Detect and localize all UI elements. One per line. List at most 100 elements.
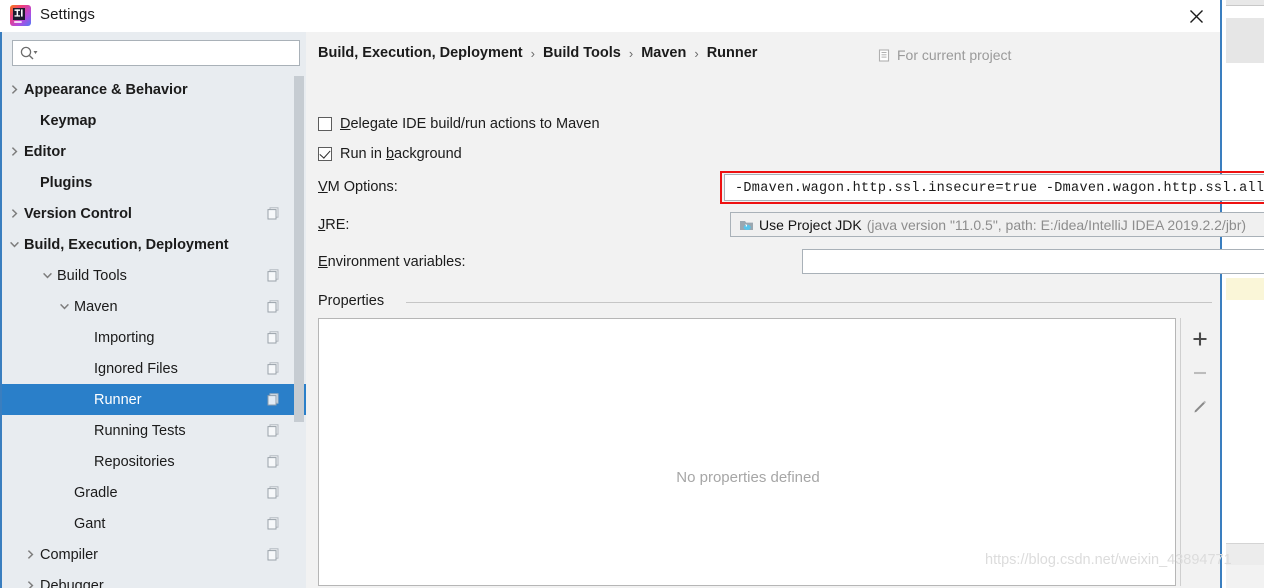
sidebar-item-label: Running Tests: [94, 422, 186, 439]
sidebar-item-label: Editor: [24, 143, 66, 160]
sidebar-item-gant[interactable]: Gant: [2, 508, 306, 539]
run-in-background-row[interactable]: Run in background: [318, 146, 462, 162]
project-scope-icon: [267, 269, 280, 282]
breadcrumb-separator: ›: [628, 45, 634, 61]
scope-label: For current project: [897, 47, 1012, 63]
sidebar-item-keymap[interactable]: Keymap: [2, 105, 306, 136]
project-scope-icon: [267, 548, 280, 561]
search-input[interactable]: [43, 41, 297, 67]
project-scope-icon: [267, 300, 280, 313]
run-in-background-label: Run in background: [340, 146, 462, 162]
edit-property-button[interactable]: [1181, 390, 1218, 424]
chevron-right-icon[interactable]: [22, 578, 38, 588]
pencil-icon: [1194, 400, 1206, 413]
sidebar-item-label: Runner: [94, 391, 142, 408]
sidebar-item-editor[interactable]: Editor: [2, 136, 306, 167]
vm-options-input[interactable]: [733, 175, 1264, 202]
sidebar-scrollbar-thumb[interactable]: [294, 76, 304, 422]
properties-toolbar: [1180, 318, 1218, 586]
add-property-button[interactable]: [1181, 322, 1218, 356]
background-statusbar-strip: [1226, 543, 1264, 566]
project-scope-icon: [267, 424, 280, 437]
sidebar-item-build-execution-deployment[interactable]: Build, Execution, Deployment: [2, 229, 306, 260]
delegate-to-maven-row[interactable]: Delegate IDE build/run actions to Maven: [318, 116, 600, 132]
dialog-title: Settings: [40, 6, 95, 23]
sidebar-item-compiler[interactable]: Compiler: [2, 539, 306, 570]
environment-variables-field[interactable]: [802, 249, 1264, 275]
sidebar-item-build-tools[interactable]: Build Tools: [2, 260, 306, 291]
mnemonic-e: E: [318, 254, 328, 270]
settings-tree[interactable]: Appearance & Behavior Keymap Editor Plugins…: [2, 74, 306, 588]
breadcrumb-separator: ›: [694, 45, 699, 61]
sidebar-item-appearance-behavior[interactable]: Appearance & Behavior: [2, 74, 306, 105]
minus-icon: [1193, 371, 1206, 375]
sidebar-item-label: Version Control: [24, 205, 132, 222]
jre-selected-value: Use Project JDK: [759, 216, 862, 233]
chevron-down-icon[interactable]: [6, 237, 22, 253]
sidebar-item-label: Debugger: [40, 577, 104, 588]
sidebar-item-label: Keymap: [40, 112, 97, 129]
breadcrumb-separator: ›: [530, 45, 535, 61]
vm-options-field[interactable]: [724, 174, 1264, 202]
sidebar-item-plugins[interactable]: Plugins: [2, 167, 306, 198]
sidebar-item-ignored-files[interactable]: Ignored Files: [2, 353, 306, 384]
chevron-right-icon[interactable]: [6, 82, 22, 98]
sidebar-item-version-control[interactable]: Version Control: [2, 198, 306, 229]
sidebar-item-running-tests[interactable]: Running Tests: [2, 415, 306, 446]
sidebar-item-gradle[interactable]: Gradle: [2, 477, 306, 508]
chevron-right-icon[interactable]: [6, 144, 22, 160]
breadcrumb-crumb[interactable]: Maven: [641, 45, 686, 61]
project-scope-icon: [267, 455, 280, 468]
properties-section-divider: [406, 302, 1212, 303]
mnemonic-v: V: [318, 179, 328, 195]
breadcrumb-crumb[interactable]: Runner: [707, 45, 758, 61]
mnemonic-b: b: [385, 146, 395, 162]
sidebar-item-debugger[interactable]: Debugger: [2, 570, 306, 588]
jdk-icon: [739, 218, 754, 232]
environment-variables-label: Environment variables:: [318, 254, 466, 270]
intellij-idea-logo-icon: [10, 5, 31, 26]
project-scope-icon: [267, 486, 280, 499]
search-field[interactable]: [12, 40, 300, 67]
settings-sidebar: Appearance & Behavior Keymap Editor Plugins…: [0, 32, 306, 588]
delegate-to-maven-checkbox[interactable]: [318, 117, 332, 131]
properties-table[interactable]: No properties defined: [318, 318, 1176, 586]
breadcrumb-crumb[interactable]: Build, Execution, Deployment: [318, 45, 523, 61]
sidebar-item-importing[interactable]: Importing: [2, 322, 306, 353]
background-toolbar-strip: [1226, 0, 1264, 6]
chevron-down-icon[interactable]: [56, 299, 72, 315]
sidebar-item-repositories[interactable]: Repositories: [2, 446, 306, 477]
environment-variables-input[interactable]: [809, 250, 1264, 275]
scope-indicator: For current project: [878, 47, 1011, 63]
sidebar-item-label: Appearance & Behavior: [24, 81, 188, 98]
chevron-right-icon[interactable]: [6, 206, 22, 222]
sidebar-item-label: Gant: [74, 515, 106, 532]
dialog-titlebar: Settings: [0, 0, 1220, 32]
sidebar-item-runner[interactable]: Runner: [2, 384, 306, 415]
sidebar-item-label: Build Tools: [57, 267, 127, 284]
sidebar-item-label: Importing: [94, 329, 155, 346]
plus-icon: [1193, 332, 1206, 346]
vm-options-label: VM Options:: [318, 179, 398, 195]
sidebar-item-label: Maven: [74, 298, 118, 315]
sidebar-item-label: Plugins: [40, 174, 93, 191]
project-scope-icon: [878, 48, 891, 62]
properties-section-title: Properties: [318, 293, 385, 309]
jre-dropdown[interactable]: Use Project JDK (java version "11.0.5", …: [730, 212, 1264, 237]
close-button[interactable]: [1174, 2, 1218, 30]
jre-label: JRE:: [318, 217, 350, 233]
sidebar-item-label: Repositories: [94, 453, 175, 470]
run-in-background-checkbox[interactable]: [318, 147, 332, 161]
chevron-down-icon[interactable]: [39, 268, 55, 284]
sidebar-item-label: Gradle: [74, 484, 118, 501]
chevron-right-icon[interactable]: [22, 547, 38, 563]
breadcrumb-crumb[interactable]: Build Tools: [543, 45, 621, 61]
remove-property-button[interactable]: [1181, 356, 1218, 390]
delegate-to-maven-label: Delegate IDE build/run actions to Maven: [340, 116, 600, 132]
sidebar-item-maven[interactable]: Maven: [2, 291, 306, 322]
mnemonic-d: D: [340, 116, 351, 132]
properties-empty-message: No properties defined: [676, 469, 820, 486]
project-scope-icon: [267, 331, 280, 344]
sidebar-item-label: Build, Execution, Deployment: [24, 236, 229, 253]
project-scope-icon: [267, 517, 280, 530]
